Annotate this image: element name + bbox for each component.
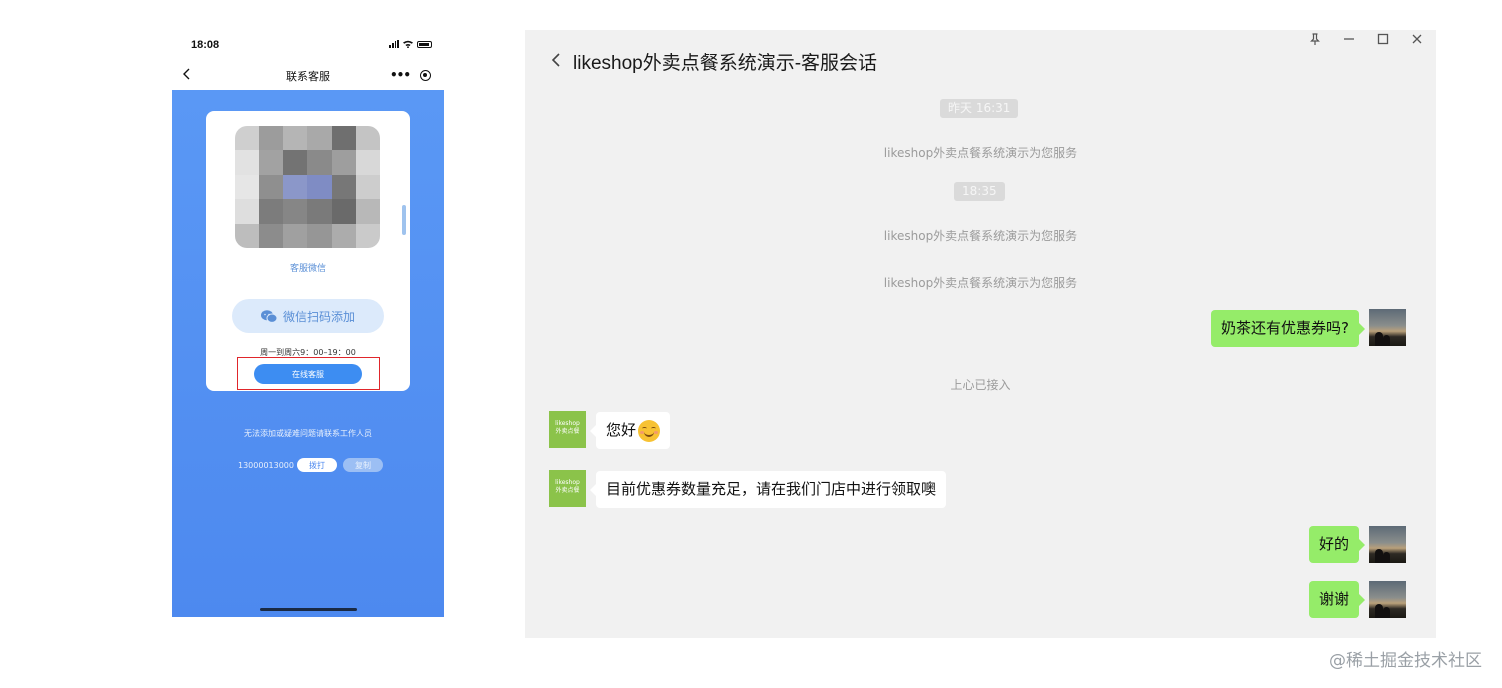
system-message: likeshop外卖点餐系统演示为您服务 (883, 146, 1078, 160)
battery-icon (417, 40, 432, 48)
message-bubble-self[interactable]: 奶茶还有优惠券吗? (1211, 310, 1365, 347)
online-service-button[interactable]: 在线客服 (254, 364, 362, 384)
mini-program-capsule[interactable]: ••• (382, 66, 434, 84)
message-text: 您好 (606, 421, 637, 439)
home-indicator (260, 608, 357, 611)
wifi-icon (403, 40, 413, 48)
screenshot-root: 18:08 联系客服 ••• 客服微信 微信扫码添加 周一到周六9：00–19：… (0, 0, 1502, 688)
qr-caption: 客服微信 (289, 264, 326, 274)
message-bubble-other[interactable]: 您好 (589, 412, 671, 449)
qr-edge-decoration (402, 205, 406, 235)
system-message: 上心已接入 (950, 378, 1011, 392)
message-bubble-other[interactable]: 目前优惠券数量充足，请在我们门店中进行领取噢 (589, 471, 947, 508)
contact-card: 客服微信 微信扫码添加 周一到周六9：00–19：00 在线客服 (206, 111, 410, 391)
help-text: 无法添加或疑难问题请联系工作人员 (244, 429, 372, 438)
status-bar: 18:08 (172, 30, 444, 60)
wechat-scan-add-button[interactable]: 微信扫码添加 (232, 299, 384, 333)
smile-emoji-icon (638, 419, 661, 442)
phone-number: 13000013000 (238, 460, 294, 470)
copy-button[interactable]: 复制 (343, 458, 383, 472)
system-message: likeshop外卖点餐系统演示为您服务 (883, 229, 1078, 243)
chat-window: likeshop外卖点餐系统演示-客服会话 昨天 16:31 likeshop外… (525, 30, 1436, 638)
watermark: @稀土掘金技术社区 (1329, 651, 1482, 671)
chat-title: likeshop外卖点餐系统演示-客服会话 (573, 53, 878, 74)
message-bubble-self[interactable]: 谢谢 (1308, 581, 1366, 618)
wechat-button-label: 微信扫码添加 (282, 309, 355, 324)
chat-header: likeshop外卖点餐系统演示-客服会话 (525, 44, 1436, 76)
phone-screen: 18:08 联系客服 ••• 客服微信 微信扫码添加 周一到周六9：00–19：… (172, 30, 444, 617)
shop-avatar[interactable]: likeshop 外卖点餐 (549, 470, 586, 507)
status-icons (389, 40, 432, 48)
user-avatar[interactable] (1369, 581, 1406, 618)
shop-avatar-text: likeshop (555, 420, 580, 427)
shop-avatar-text: 外卖点餐 (555, 428, 580, 435)
signal-icon (389, 40, 399, 48)
status-time: 18:08 (191, 39, 220, 51)
shop-avatar[interactable]: likeshop 外卖点餐 (549, 411, 586, 448)
call-button[interactable]: 拨打 (297, 458, 337, 472)
system-message: likeshop外卖点餐系统演示为您服务 (883, 276, 1078, 290)
more-icon[interactable]: ••• (390, 69, 411, 81)
close-miniprogram-icon[interactable] (420, 69, 431, 81)
nav-bar: 联系客服 ••• (172, 60, 444, 90)
timestamp: 18:35 (954, 182, 1005, 201)
shop-avatar-text: 外卖点餐 (555, 487, 580, 494)
message-bubble-self[interactable]: 好的 (1308, 526, 1366, 563)
user-avatar[interactable] (1369, 526, 1406, 563)
shop-avatar-text: likeshop (555, 479, 580, 486)
back-icon[interactable] (551, 52, 561, 68)
wechat-icon (260, 309, 277, 323)
timestamp: 昨天 16:31 (940, 99, 1019, 118)
qr-code-image (235, 126, 380, 248)
user-avatar[interactable] (1369, 309, 1406, 346)
phone-contact-row: 13000013000 拨打 复制 (238, 458, 383, 472)
